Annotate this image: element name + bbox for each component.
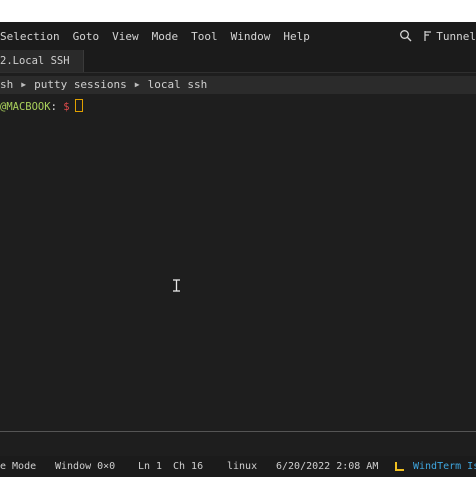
menu-view[interactable]: View — [112, 30, 139, 43]
terminal-prompt: @MACBOOK: $ — [0, 99, 83, 114]
status-datetime: 6/20/2022 2:08 AM — [276, 461, 379, 472]
windterm-window: Selection Goto View Mode Tool Window Hel… — [0, 22, 476, 477]
status-brand[interactable]: WindTerm Is — [413, 456, 476, 477]
status-column[interactable]: Ch 16 — [173, 456, 203, 477]
breadcrumb-item-local-ssh[interactable]: local ssh — [148, 76, 208, 94]
status-os[interactable]: linux — [227, 456, 257, 477]
terminal-pane[interactable]: @MACBOOK: $ — [0, 96, 476, 432]
divider — [0, 72, 476, 73]
chevron-right-icon: ▶ — [134, 80, 140, 89]
tunnel-icon — [424, 31, 432, 41]
ibeam-cursor-icon — [173, 279, 180, 292]
tab-bar: 2.Local SSH — [0, 50, 476, 72]
terminal-cursor — [74, 99, 83, 112]
menu-mode[interactable]: Mode — [152, 30, 179, 43]
status-line[interactable]: Ln 1 — [138, 456, 162, 477]
menu-selection[interactable]: Selection — [0, 30, 60, 43]
breadcrumb-item-putty-sessions[interactable]: putty sessions — [34, 76, 127, 94]
chevron-right-icon: ▶ — [21, 80, 27, 89]
prompt-host: @MACBOOK — [0, 101, 51, 113]
menu-tool[interactable]: Tool — [191, 30, 218, 43]
tab-local-ssh[interactable]: 2.Local SSH — [0, 50, 84, 72]
status-divider — [0, 431, 476, 432]
search-icon[interactable] — [399, 29, 413, 43]
tunnel-menu[interactable]: Tunnel — [436, 30, 476, 43]
menu-right-tools: Tunnel — [399, 22, 476, 50]
status-mode[interactable]: e Mode — [0, 456, 36, 477]
prompt-separator: : — [50, 101, 64, 113]
menu-bar: Selection Goto View Mode Tool Window Hel… — [0, 22, 476, 50]
status-bar: e Mode Window 0×0 Ln 1 Ch 16 linux 6/20/… — [0, 456, 476, 477]
breadcrumb: sh ▶ putty sessions ▶ local ssh — [0, 76, 476, 94]
menu-goto[interactable]: Goto — [73, 30, 100, 43]
prompt-dollar: $ — [63, 101, 70, 113]
status-window-size[interactable]: Window 0×0 — [55, 456, 115, 477]
menu-help[interactable]: Help — [283, 30, 310, 43]
windterm-icon — [395, 462, 404, 471]
breadcrumb-item-ssh[interactable]: sh — [0, 76, 13, 94]
menu-window[interactable]: Window — [231, 30, 271, 43]
